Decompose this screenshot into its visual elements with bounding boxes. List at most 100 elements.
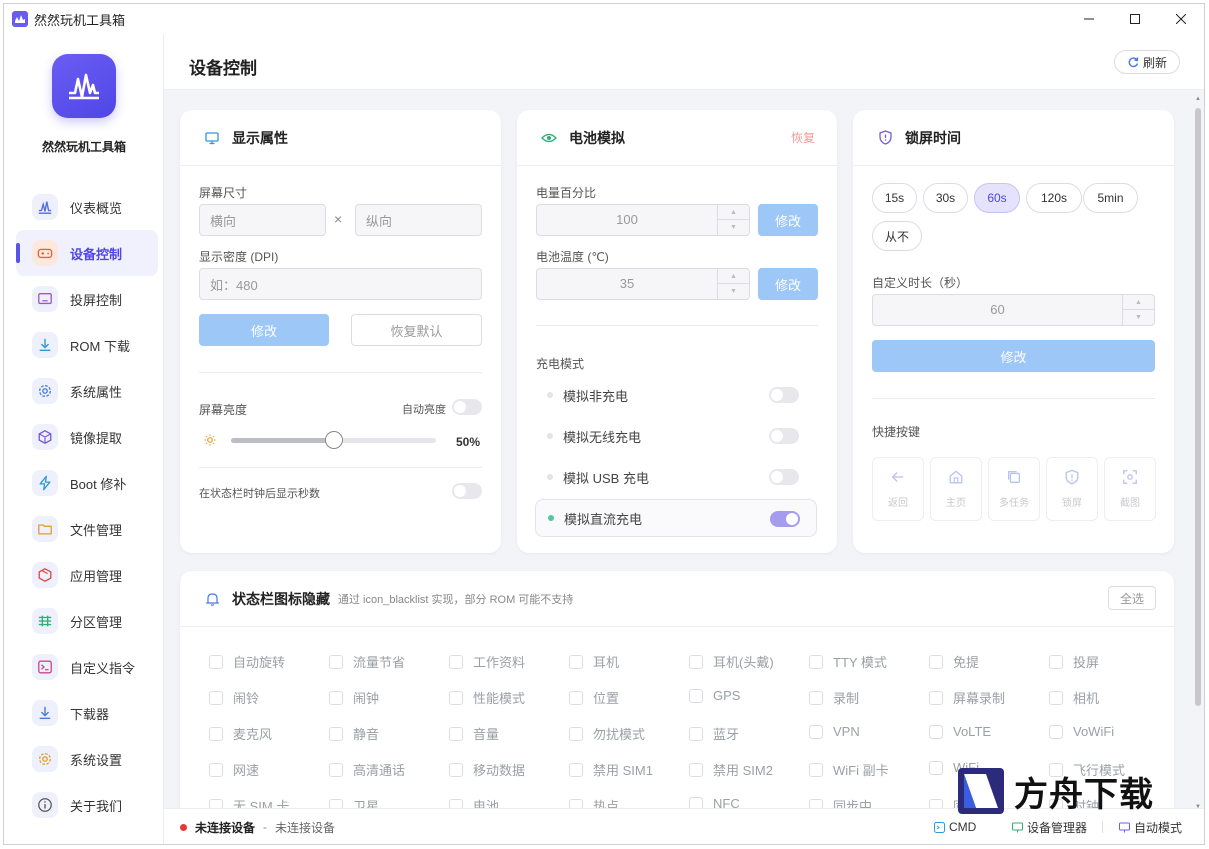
shortcut-button[interactable]: 主页 xyxy=(930,457,982,521)
stepper-down-icon[interactable]: ▼ xyxy=(718,284,749,299)
icon-hide-checkbox[interactable]: 网速 xyxy=(209,760,259,779)
scroll-up-icon[interactable]: ▲ xyxy=(1194,96,1202,102)
lock-option-chip[interactable]: 60s xyxy=(974,183,1020,213)
icon-hide-checkbox[interactable]: 蓝牙 xyxy=(689,724,739,743)
charge-mode-toggle[interactable] xyxy=(770,511,800,527)
icon-hide-checkbox[interactable]: 录制 xyxy=(809,688,859,707)
stepper-up-icon[interactable]: ▲ xyxy=(718,269,749,284)
checkbox-box[interactable] xyxy=(689,762,703,777)
checkbox-box[interactable] xyxy=(329,762,343,777)
checkbox-box[interactable] xyxy=(929,724,943,739)
checkbox-box[interactable] xyxy=(689,654,703,669)
icon-hide-checkbox[interactable]: TTY 模式 xyxy=(809,652,887,671)
sidebar-item-0[interactable]: 仪表概览 xyxy=(16,184,158,230)
icon-hide-checkbox[interactable]: 自动旋转 xyxy=(209,652,285,671)
checkbox-box[interactable] xyxy=(329,726,343,741)
icon-hide-checkbox[interactable]: 耳机 xyxy=(569,652,619,671)
stepper-up-icon[interactable]: ▲ xyxy=(718,205,749,220)
checkbox-box[interactable] xyxy=(689,726,703,741)
charge-mode-option[interactable]: 模拟无线充电 xyxy=(535,417,817,455)
sidebar-item-7[interactable]: 文件管理 xyxy=(16,506,158,552)
sidebar-item-8[interactable]: 应用管理 xyxy=(16,552,158,598)
icon-hide-checkbox[interactable]: VoLTE xyxy=(929,724,991,739)
checkbox-box[interactable] xyxy=(929,654,943,669)
icon-hide-checkbox[interactable]: 闹钟 xyxy=(329,688,379,707)
battery-level-modify-button[interactable]: 修改 xyxy=(758,204,818,236)
checkbox-box[interactable] xyxy=(209,762,223,777)
battery-level-stepper[interactable]: 100 ▲ ▼ xyxy=(536,204,750,236)
checkbox-box[interactable] xyxy=(809,654,823,669)
icon-hide-checkbox[interactable]: 工作资料 xyxy=(449,652,525,671)
icon-hide-checkbox[interactable]: 闹铃 xyxy=(209,688,259,707)
icon-hide-checkbox[interactable]: 音量 xyxy=(449,724,499,743)
auto-brightness-toggle[interactable] xyxy=(452,399,482,415)
shortcut-button[interactable]: 多任务 xyxy=(988,457,1040,521)
charge-mode-option[interactable]: 模拟非充电 xyxy=(535,376,817,414)
icon-hide-checkbox[interactable]: 禁用 SIM1 xyxy=(569,760,653,779)
charge-mode-option[interactable]: 模拟 USB 充电 xyxy=(535,458,817,496)
checkbox-box[interactable] xyxy=(1049,690,1063,705)
stepper-down-icon[interactable]: ▼ xyxy=(718,220,749,235)
checkbox-box[interactable] xyxy=(329,654,343,669)
checkbox-box[interactable] xyxy=(209,690,223,705)
stepper-down-icon[interactable]: ▼ xyxy=(1123,310,1154,325)
lock-option-chip[interactable]: 120s xyxy=(1026,183,1082,213)
checkbox-box[interactable] xyxy=(809,690,823,705)
sidebar-item-3[interactable]: ROM 下载 xyxy=(16,322,158,368)
sidebar-item-11[interactable]: 下载器 xyxy=(16,690,158,736)
checkbox-box[interactable] xyxy=(449,762,463,777)
checkbox-box[interactable] xyxy=(449,726,463,741)
screen-width-input[interactable]: 横向 xyxy=(199,204,326,236)
sidebar-item-4[interactable]: 系统属性 xyxy=(16,368,158,414)
sidebar-item-6[interactable]: Boot 修补 xyxy=(16,460,158,506)
refresh-button[interactable]: 刷新 xyxy=(1113,50,1180,74)
scrollbar[interactable]: ▲ ▼ xyxy=(1194,96,1202,810)
close-button[interactable] xyxy=(1158,4,1204,34)
charge-mode-toggle[interactable] xyxy=(769,428,799,444)
checkbox-box[interactable] xyxy=(329,690,343,705)
icon-hide-checkbox[interactable]: 免提 xyxy=(929,652,979,671)
shortcut-button[interactable]: 截图 xyxy=(1104,457,1156,521)
icon-hide-checkbox[interactable]: 屏幕录制 xyxy=(929,688,1005,707)
maximize-button[interactable] xyxy=(1112,4,1158,34)
icon-hide-checkbox[interactable]: VoWiFi xyxy=(1049,724,1114,739)
battery-temp-modify-button[interactable]: 修改 xyxy=(758,268,818,300)
lock-option-chip[interactable]: 5min xyxy=(1083,183,1138,213)
checkbox-box[interactable] xyxy=(449,654,463,669)
checkbox-box[interactable] xyxy=(569,654,583,669)
battery-temp-stepper[interactable]: 35 ▲ ▼ xyxy=(536,268,750,300)
lock-option-chip[interactable]: 从不 xyxy=(872,221,922,251)
charge-mode-toggle[interactable] xyxy=(769,469,799,485)
icon-hide-checkbox[interactable]: 静音 xyxy=(329,724,379,743)
checkbox-box[interactable] xyxy=(569,690,583,705)
icon-hide-checkbox[interactable]: VPN xyxy=(809,724,860,739)
sidebar-item-9[interactable]: 分区管理 xyxy=(16,598,158,644)
select-all-button[interactable]: 全选 xyxy=(1108,586,1156,610)
charge-mode-option[interactable]: 模拟直流充电 xyxy=(535,499,817,537)
status-seconds-toggle[interactable] xyxy=(452,483,482,499)
icon-hide-checkbox[interactable]: 耳机(头戴) xyxy=(689,652,774,671)
brightness-slider[interactable] xyxy=(231,431,436,449)
display-reset-button[interactable]: 恢复默认 xyxy=(351,314,482,346)
title-bar[interactable]: 然然玩机工具箱 xyxy=(4,4,1204,34)
sidebar-item-5[interactable]: 镜像提取 xyxy=(16,414,158,460)
icon-hide-checkbox[interactable]: 禁用 SIM2 xyxy=(689,760,773,779)
checkbox-box[interactable] xyxy=(569,726,583,741)
sidebar-item-10[interactable]: 自定义指令 xyxy=(16,644,158,690)
lock-modify-button[interactable]: 修改 xyxy=(872,340,1155,372)
checkbox-box[interactable] xyxy=(209,726,223,741)
lock-option-chip[interactable]: 15s xyxy=(872,183,917,213)
checkbox-box[interactable] xyxy=(689,688,703,703)
icon-hide-checkbox[interactable]: 勿扰模式 xyxy=(569,724,645,743)
display-modify-button[interactable]: 修改 xyxy=(199,314,329,346)
checkbox-box[interactable] xyxy=(809,724,823,739)
checkbox-box[interactable] xyxy=(209,654,223,669)
checkbox-box[interactable] xyxy=(929,690,943,705)
icon-hide-checkbox[interactable]: 高清通话 xyxy=(329,760,405,779)
dpi-input[interactable]: 如：480 xyxy=(199,268,482,300)
brightness-slider-thumb[interactable] xyxy=(324,431,343,449)
icon-hide-checkbox[interactable]: 麦克风 xyxy=(209,724,272,743)
minimize-button[interactable] xyxy=(1066,4,1112,34)
checkbox-box[interactable] xyxy=(1049,654,1063,669)
screen-height-input[interactable]: 纵向 xyxy=(355,204,482,236)
